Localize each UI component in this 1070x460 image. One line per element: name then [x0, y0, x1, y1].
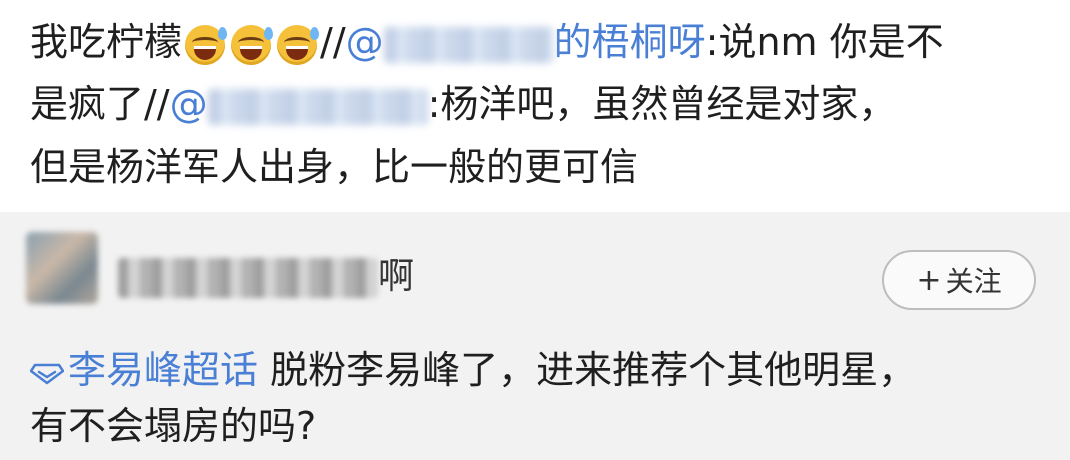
repost-line-3: 但是杨洋军人出身，比一般的更可信	[30, 143, 638, 191]
grinning-sweat-emoji-icon	[231, 24, 274, 65]
blurred-username	[118, 258, 378, 298]
post-text-line-1: 李易峰超话 脱粉李易峰了，进来推荐个其他明星，	[30, 346, 916, 394]
supertopic-diamond-icon	[30, 363, 64, 384]
repost-line-2: 是疯了//@:杨洋吧，虽然曾经是对家，	[30, 80, 896, 128]
repost-separator: //	[320, 20, 346, 64]
mention-user-2[interactable]: @	[170, 82, 428, 126]
repost-text: 是疯了//	[30, 82, 170, 126]
repost-text: 我吃柠檬	[30, 20, 183, 64]
post-body-text: 有不会塌房的吗?	[30, 404, 317, 448]
post-text-line-2: 有不会塌房的吗?	[30, 402, 316, 450]
post-body-text: 脱粉李易峰了，进来推荐个其他明星，	[258, 348, 917, 392]
author-name[interactable]: 啊	[118, 255, 414, 299]
blurred-username	[383, 26, 554, 63]
follow-label: 关注	[945, 265, 1002, 298]
grinning-sweat-emoji-icon	[277, 24, 320, 65]
blurred-username	[207, 88, 428, 125]
avatar[interactable]	[26, 232, 98, 304]
repost-content-area: 我吃柠檬//@ 的梧桐呀:说nm 你是不 是疯了//@:杨洋吧，虽然曾经是对家， …	[0, 0, 1070, 212]
grinning-sweat-emoji-icon	[185, 24, 228, 65]
mention-user-1[interactable]: @ 的梧桐呀	[346, 20, 706, 64]
plus-icon: +	[916, 262, 942, 298]
repost-quote-text: :杨洋吧，虽然曾经是对家，	[427, 82, 897, 126]
repost-quote-text: :说nm 你是不	[705, 20, 944, 64]
supertopic-link[interactable]: 李易峰超话	[30, 348, 258, 392]
repost-line-1: 我吃柠檬 //@ 的梧桐呀:说nm 你是不	[30, 18, 944, 66]
follow-button[interactable]: + 关注	[882, 250, 1036, 310]
repost-text: 但是杨洋军人出身，比一般的更可信	[30, 145, 639, 189]
